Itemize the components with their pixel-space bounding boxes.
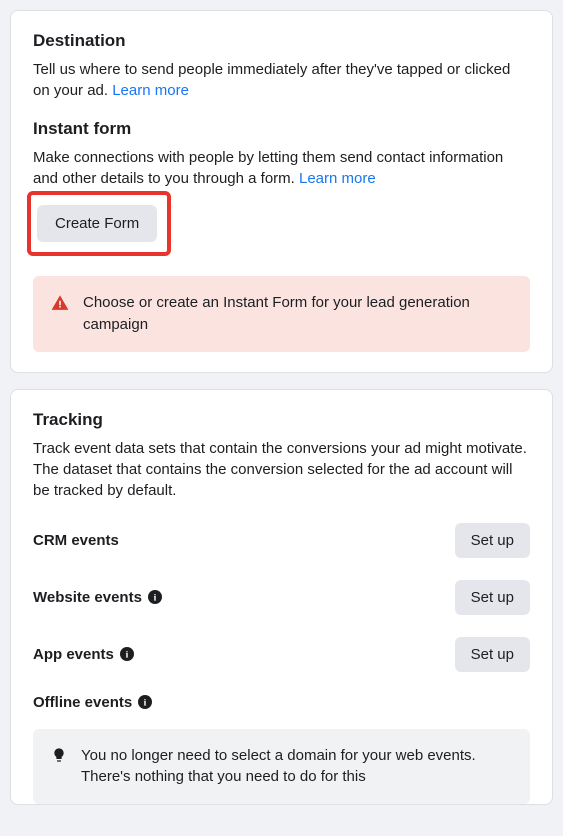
track-label-crm: CRM events [33, 532, 119, 549]
destination-card: Destination Tell us where to send people… [10, 10, 553, 373]
instant-form-section: Instant form Make connections with peopl… [33, 119, 530, 352]
instant-form-learn-more-link[interactable]: Learn more [299, 170, 376, 187]
info-icon[interactable]: i [120, 647, 134, 661]
website-events-label: Website events [33, 589, 142, 606]
instant-form-alert: Choose or create an Instant Form for you… [33, 276, 530, 352]
tracking-desc: Track event data sets that contain the c… [33, 438, 530, 501]
track-label-app: App events i [33, 646, 134, 663]
create-form-highlight: Create Form [27, 191, 171, 256]
app-events-label: App events [33, 646, 114, 663]
destination-learn-more-link[interactable]: Learn more [112, 82, 189, 99]
crm-events-label: CRM events [33, 532, 119, 549]
info-icon[interactable]: i [138, 695, 152, 709]
setup-button-crm[interactable]: Set up [455, 523, 530, 558]
offline-events-label: Offline events [33, 694, 132, 711]
track-label-website: Website events i [33, 589, 162, 606]
track-row-website: Website events i Set up [33, 580, 530, 615]
svg-text:i: i [126, 650, 129, 661]
offline-info-box: You no longer need to select a domain fo… [33, 729, 530, 805]
track-row-crm: CRM events Set up [33, 523, 530, 558]
track-label-offline: Offline events i [33, 694, 152, 711]
instant-form-desc: Make connections with people by letting … [33, 147, 530, 189]
track-row-offline: Offline events i [33, 694, 530, 711]
destination-title: Destination [33, 31, 530, 51]
instant-form-alert-text: Choose or create an Instant Form for you… [83, 292, 512, 336]
svg-text:i: i [154, 593, 157, 604]
tracking-card: Tracking Track event data sets that cont… [10, 389, 553, 806]
track-row-app: App events i Set up [33, 637, 530, 672]
destination-desc: Tell us where to send people immediately… [33, 59, 530, 101]
tracking-title: Tracking [33, 410, 530, 430]
destination-desc-text: Tell us where to send people immediately… [33, 61, 510, 99]
create-form-button[interactable]: Create Form [37, 205, 157, 242]
setup-button-website[interactable]: Set up [455, 580, 530, 615]
setup-button-app[interactable]: Set up [455, 637, 530, 672]
svg-text:i: i [144, 698, 147, 709]
offline-info-text: You no longer need to select a domain fo… [81, 745, 512, 789]
lightbulb-icon [51, 747, 67, 763]
warning-icon [51, 294, 69, 312]
instant-form-desc-text: Make connections with people by letting … [33, 149, 503, 187]
instant-form-title: Instant form [33, 119, 530, 139]
info-icon[interactable]: i [148, 590, 162, 604]
